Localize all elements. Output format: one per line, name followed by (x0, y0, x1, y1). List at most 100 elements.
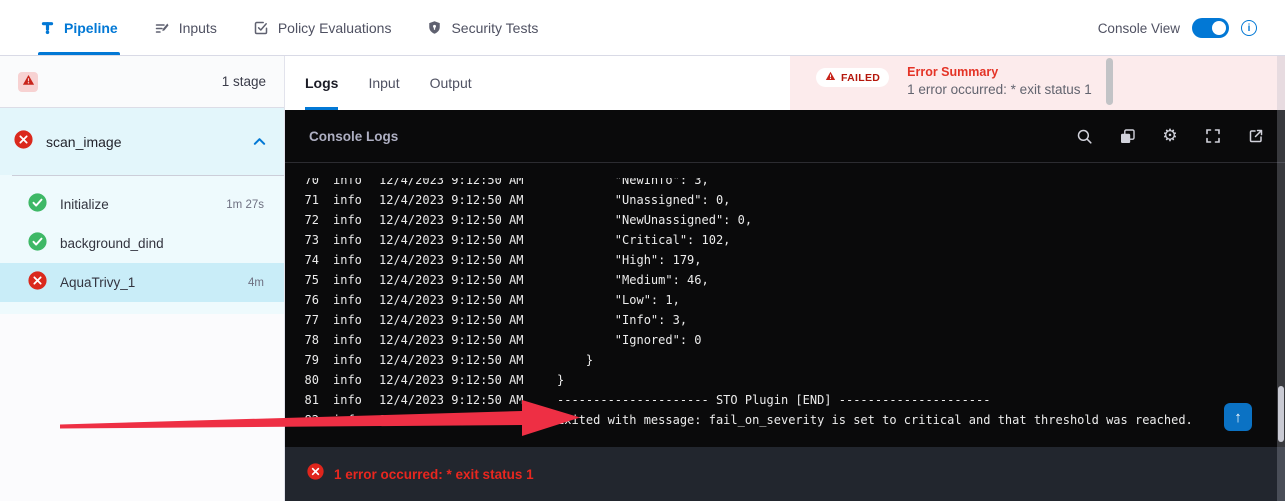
log-timestamp: 12/4/2023 9:12:50 AM (379, 350, 557, 370)
console-view-toggle[interactable] (1192, 18, 1229, 38)
footer-error-bar: 1 error occurred: * exit status 1 (285, 447, 1285, 501)
step-row-background_dind[interactable]: background_dind (0, 224, 284, 263)
log-timestamp: 12/4/2023 9:12:50 AM (379, 250, 557, 270)
success-status-icon (28, 232, 47, 256)
log-line: 79 info 12/4/2023 9:12:50 AM } (285, 350, 1277, 370)
log-text: Exited with message: fail_on_severity is… (557, 410, 1193, 430)
log-line: 80 info 12/4/2023 9:12:50 AM } (285, 370, 1277, 390)
top-nav-tabs: Pipeline Inputs Policy Evaluations Secur… (40, 0, 538, 55)
failed-warning-icon (825, 71, 836, 84)
open-in-new-icon[interactable] (1247, 127, 1265, 145)
error-circle-icon (307, 463, 324, 485)
log-line-number: 70 (285, 178, 319, 190)
log-text: "Critical": 102, (557, 230, 730, 250)
scroll-to-top-button[interactable]: ↑ (1224, 403, 1252, 431)
fullscreen-icon[interactable] (1204, 127, 1222, 145)
error-summary-message: 1 error occurred: * exit status 1 (907, 82, 1092, 97)
failed-status-icon (14, 130, 33, 154)
log-text: } (557, 350, 593, 370)
log-level: info (333, 390, 379, 410)
log-timestamp: 12/4/2023 9:12:50 AM (379, 270, 557, 290)
log-line-number: 75 (285, 270, 319, 290)
success-status-icon (28, 193, 47, 217)
error-summary-banner: FAILED Error Summary 1 error occurred: *… (790, 56, 1285, 110)
stage-name-label: scan_image (46, 134, 122, 150)
inputs-icon (154, 20, 170, 36)
tab-input[interactable]: Input (368, 56, 399, 110)
log-text: "Info": 3, (557, 310, 687, 330)
tab-inputs-label: Inputs (179, 20, 217, 36)
log-line: 74 info 12/4/2023 9:12:50 AM "High": 179… (285, 250, 1277, 270)
step-row-initialize[interactable]: Initialize 1m 27s (0, 185, 284, 224)
tab-pipeline-label: Pipeline (64, 20, 118, 36)
log-level: info (333, 410, 379, 430)
log-text: "Unassigned": 0, (557, 190, 730, 210)
log-text: "Medium": 46, (557, 270, 709, 290)
execution-sidebar: 1 stage scan_image Initialize 1m 27s bac… (0, 56, 285, 501)
failed-badge: FAILED (816, 68, 889, 87)
tab-security-tests-label: Security Tests (451, 20, 538, 36)
failed-status-icon (28, 271, 47, 295)
console-panel: Console Logs ⚙ (285, 110, 1285, 447)
log-line: 73 info 12/4/2023 9:12:50 AM "Critical":… (285, 230, 1277, 250)
log-level: info (333, 310, 379, 330)
search-icon[interactable] (1075, 127, 1093, 145)
log-line: 71 info 12/4/2023 9:12:50 AM "Unassigned… (285, 190, 1277, 210)
error-summary-texts: Error Summary 1 error occurred: * exit s… (907, 65, 1092, 97)
log-text: "NewInfo": 3, (557, 178, 709, 190)
log-line: 75 info 12/4/2023 9:12:50 AM "Medium": 4… (285, 270, 1277, 290)
log-timestamp: 12/4/2023 9:12:50 AM (379, 190, 557, 210)
copy-icon[interactable] (1118, 127, 1136, 145)
log-timestamp: 12/4/2023 9:12:50 AM (379, 390, 557, 410)
stage-count-label: 1 stage (222, 74, 266, 89)
log-line-number: 71 (285, 190, 319, 210)
log-timestamp: 12/4/2023 9:12:50 AM (379, 310, 557, 330)
banner-scrollbar-thumb[interactable] (1106, 58, 1113, 105)
tab-security-tests[interactable]: Security Tests (427, 0, 538, 55)
main-panel: Logs Input Output FAILED Error Summary 1… (285, 56, 1285, 501)
console-header: Console Logs ⚙ (285, 110, 1285, 163)
log-line-number: 72 (285, 210, 319, 230)
log-timestamp: 12/4/2023 9:12:50 AM (379, 230, 557, 250)
log-timestamp: 12/4/2023 9:12:50 AM (379, 178, 557, 190)
console-log-output[interactable]: 70 info 12/4/2023 9:12:50 AM "NewInfo": … (285, 178, 1277, 443)
page-scrollbar-thumb[interactable] (1278, 386, 1284, 442)
log-level: info (333, 270, 379, 290)
tab-policy-evaluations[interactable]: Policy Evaluations (253, 0, 392, 55)
stage-header: 1 stage (0, 56, 284, 108)
log-line-number: 77 (285, 310, 319, 330)
top-navigation: Pipeline Inputs Policy Evaluations Secur… (0, 0, 1285, 56)
log-line-number: 73 (285, 230, 319, 250)
log-line-number: 82 (285, 410, 319, 430)
log-level: info (333, 350, 379, 370)
settings-icon[interactable]: ⚙ (1161, 127, 1179, 145)
page-scrollbar[interactable] (1277, 56, 1285, 501)
log-line: 76 info 12/4/2023 9:12:50 AM "Low": 1, (285, 290, 1277, 310)
stage-warning-badge[interactable] (18, 72, 38, 92)
security-tests-icon (427, 20, 442, 35)
console-toolbar: ⚙ (1075, 127, 1265, 145)
failed-badge-label: FAILED (841, 72, 880, 84)
pipeline-icon (40, 20, 55, 35)
log-text: "High": 179, (557, 250, 702, 270)
tab-output[interactable]: Output (430, 56, 472, 110)
log-text: "NewUnassigned": 0, (557, 210, 752, 230)
step-row-aquatrivy_1[interactable]: AquaTrivy_1 4m (0, 263, 284, 302)
pipeline-execution-page: Pipeline Inputs Policy Evaluations Secur… (0, 0, 1285, 501)
info-icon[interactable]: i (1241, 20, 1257, 36)
stage-row-scan-image[interactable]: scan_image (0, 108, 284, 175)
tab-policy-evaluations-label: Policy Evaluations (278, 20, 392, 36)
tab-inputs[interactable]: Inputs (154, 0, 217, 55)
log-level: info (333, 190, 379, 210)
log-text: "Low": 1, (557, 290, 680, 310)
log-line: 81 info 12/4/2023 9:12:50 AM -----------… (285, 390, 1277, 410)
stage-block: scan_image Initialize 1m 27s background_… (0, 108, 284, 314)
console-title: Console Logs (309, 129, 398, 144)
tab-logs[interactable]: Logs (305, 56, 338, 110)
log-timestamp: 12/4/2023 9:12:50 AM (379, 210, 557, 230)
console-view-label: Console View (1098, 21, 1180, 36)
footer-error-text: 1 error occurred: * exit status 1 (334, 467, 534, 482)
tab-pipeline[interactable]: Pipeline (40, 0, 118, 55)
log-timestamp: 12/4/2023 9:12:50 AM (379, 410, 557, 430)
chevron-up-icon[interactable] (253, 137, 266, 146)
